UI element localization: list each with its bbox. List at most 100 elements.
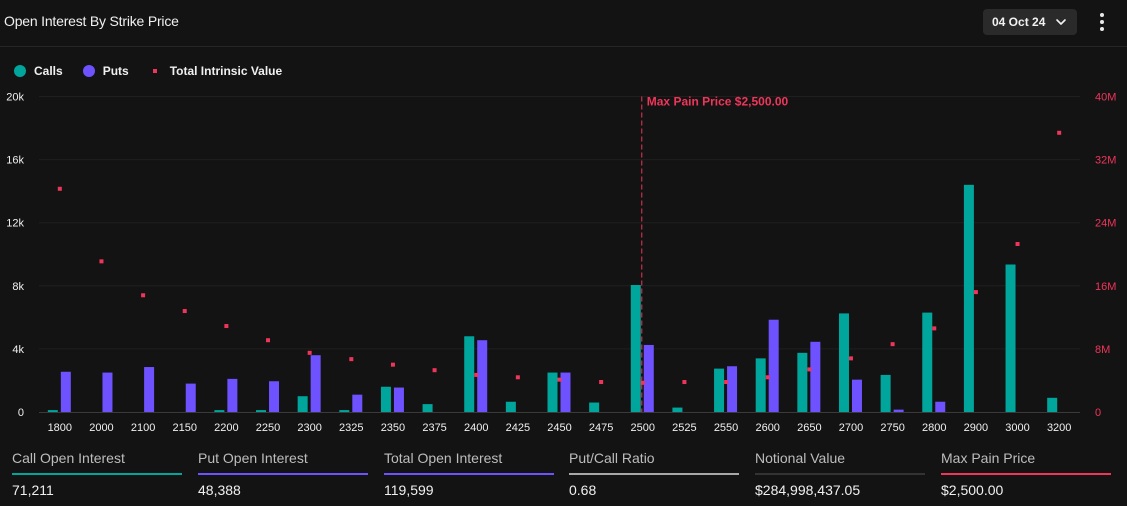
legend-item-intrinsic-value[interactable]: Total Intrinsic Value: [149, 64, 282, 78]
calls-bar: [922, 312, 933, 412]
calls-bar: [547, 372, 558, 412]
stat-label: Notional Value: [755, 450, 846, 466]
x-tick-label: 2525: [672, 422, 696, 434]
x-tick-label: 2400: [464, 422, 488, 434]
puts-bar: [310, 355, 321, 412]
stat-max-pain-price: Max Pain Price $2,500.00: [941, 448, 1111, 498]
puts-bar: [393, 387, 404, 412]
more-options-button[interactable]: [1094, 11, 1110, 33]
intrinsic-value-point: [932, 326, 937, 331]
y-right-tick-label: 0: [1095, 407, 1101, 419]
puts-bar: [768, 319, 779, 412]
stat-underline: [198, 473, 368, 475]
calls-bar: [714, 368, 725, 412]
x-tick-label: 2200: [214, 422, 238, 434]
stat-value: 71,211: [12, 482, 54, 498]
intrinsic-value-point: [266, 338, 271, 343]
x-tick-label: 2700: [839, 422, 863, 434]
y-right-tick-label: 40M: [1095, 92, 1116, 104]
date-select[interactable]: 04 Oct 24: [983, 9, 1077, 35]
x-tick-label: 2300: [297, 422, 321, 434]
intrinsic-square-icon: [152, 69, 157, 73]
calls-bar: [838, 313, 849, 412]
x-tick-label: 1800: [48, 422, 72, 434]
stat-underline: [941, 473, 1111, 475]
date-select-value: 04 Oct 24: [992, 15, 1046, 29]
y-left-tick-label: 20k: [6, 92, 24, 104]
intrinsic-value-point: [182, 309, 187, 314]
legend-item-calls[interactable]: Calls: [14, 64, 63, 78]
x-tick-label: 3000: [1005, 422, 1029, 434]
intrinsic-value-point: [307, 350, 312, 355]
calls-bar: [797, 352, 808, 412]
x-tick-label: 2375: [422, 422, 446, 434]
intrinsic-value-point: [890, 342, 895, 347]
intrinsic-value-point: [99, 259, 104, 264]
y-left-tick-label: 0: [18, 407, 24, 419]
x-tick-label: 2450: [547, 422, 571, 434]
calls-bar: [755, 358, 766, 412]
intrinsic-value-point: [515, 375, 520, 380]
intrinsic-value-point: [141, 293, 146, 298]
calls-bar: [297, 396, 308, 412]
calls-bar: [256, 410, 267, 412]
stat-notional-value: Notional Value $284,998,437.05: [755, 448, 925, 498]
more-vertical-icon-dot: [1100, 27, 1104, 31]
puts-bar: [352, 394, 363, 412]
calls-bar: [505, 401, 516, 412]
intrinsic-value-point: [1057, 130, 1062, 135]
more-vertical-icon-dot: [1100, 20, 1104, 24]
legend-label: Puts: [102, 64, 129, 78]
intrinsic-value-point: [432, 368, 437, 373]
x-tick-label: 2475: [589, 422, 613, 434]
chart-legend: Calls Puts Total Intrinsic Value: [14, 64, 302, 78]
x-tick-label: 2600: [755, 422, 779, 434]
intrinsic-value-point: [682, 380, 687, 385]
calls-bar: [339, 410, 350, 412]
stat-label: Total Open Interest: [384, 450, 503, 466]
intrinsic-value-point: [807, 367, 812, 372]
x-tick-label: 2550: [714, 422, 738, 434]
max-pain-label: Max Pain Price $2,500.00: [647, 95, 789, 109]
y-left-tick-label: 16k: [6, 155, 24, 167]
stat-label: Max Pain Price: [941, 450, 1036, 466]
intrinsic-value-point: [599, 380, 604, 385]
x-tick-label: 2650: [797, 422, 821, 434]
chart-header: Open Interest By Strike Price 04 Oct 24: [0, 0, 1127, 47]
stat-put-open-interest: Put Open Interest 48,388: [198, 448, 368, 498]
x-tick-label: 2800: [922, 422, 946, 434]
x-tick-label: 2150: [172, 422, 196, 434]
puts-bar: [851, 379, 862, 412]
calls-bar: [214, 410, 225, 412]
calls-bar: [1005, 264, 1016, 412]
legend-item-puts[interactable]: Puts: [82, 64, 129, 78]
puts-dot-icon: [82, 65, 95, 77]
stat-label: Put/Call Ratio: [569, 450, 655, 466]
calls-bar: [422, 404, 433, 412]
x-tick-label: 3200: [1047, 422, 1071, 434]
y-right-tick-label: 32M: [1095, 155, 1116, 167]
calls-bar: [589, 402, 600, 412]
x-tick-label: 2900: [964, 422, 988, 434]
stat-value: $284,998,437.05: [755, 482, 861, 498]
x-tick-label: 2325: [339, 422, 363, 434]
x-tick-label: 2100: [131, 422, 155, 434]
intrinsic-value-point: [557, 377, 562, 382]
more-vertical-icon: [1100, 13, 1104, 17]
intrinsic-value-point: [390, 362, 395, 367]
puts-bar: [227, 378, 238, 412]
puts-bar: [935, 401, 946, 412]
x-tick-label: 2350: [381, 422, 405, 434]
puts-bar: [643, 344, 654, 412]
y-left-tick-label: 8k: [12, 281, 24, 293]
x-tick-label: 2250: [256, 422, 280, 434]
puts-bar: [727, 366, 738, 412]
intrinsic-value-point: [1015, 241, 1020, 246]
calls-bar: [963, 184, 974, 412]
x-tick-label: 2750: [880, 422, 904, 434]
stat-value: 0.68: [569, 482, 597, 498]
stat-put-call-ratio: Put/Call Ratio 0.68: [569, 448, 739, 498]
chevron-down-icon: [1056, 19, 1067, 25]
puts-bar: [102, 372, 113, 412]
stat-value: 119,599: [384, 482, 434, 498]
